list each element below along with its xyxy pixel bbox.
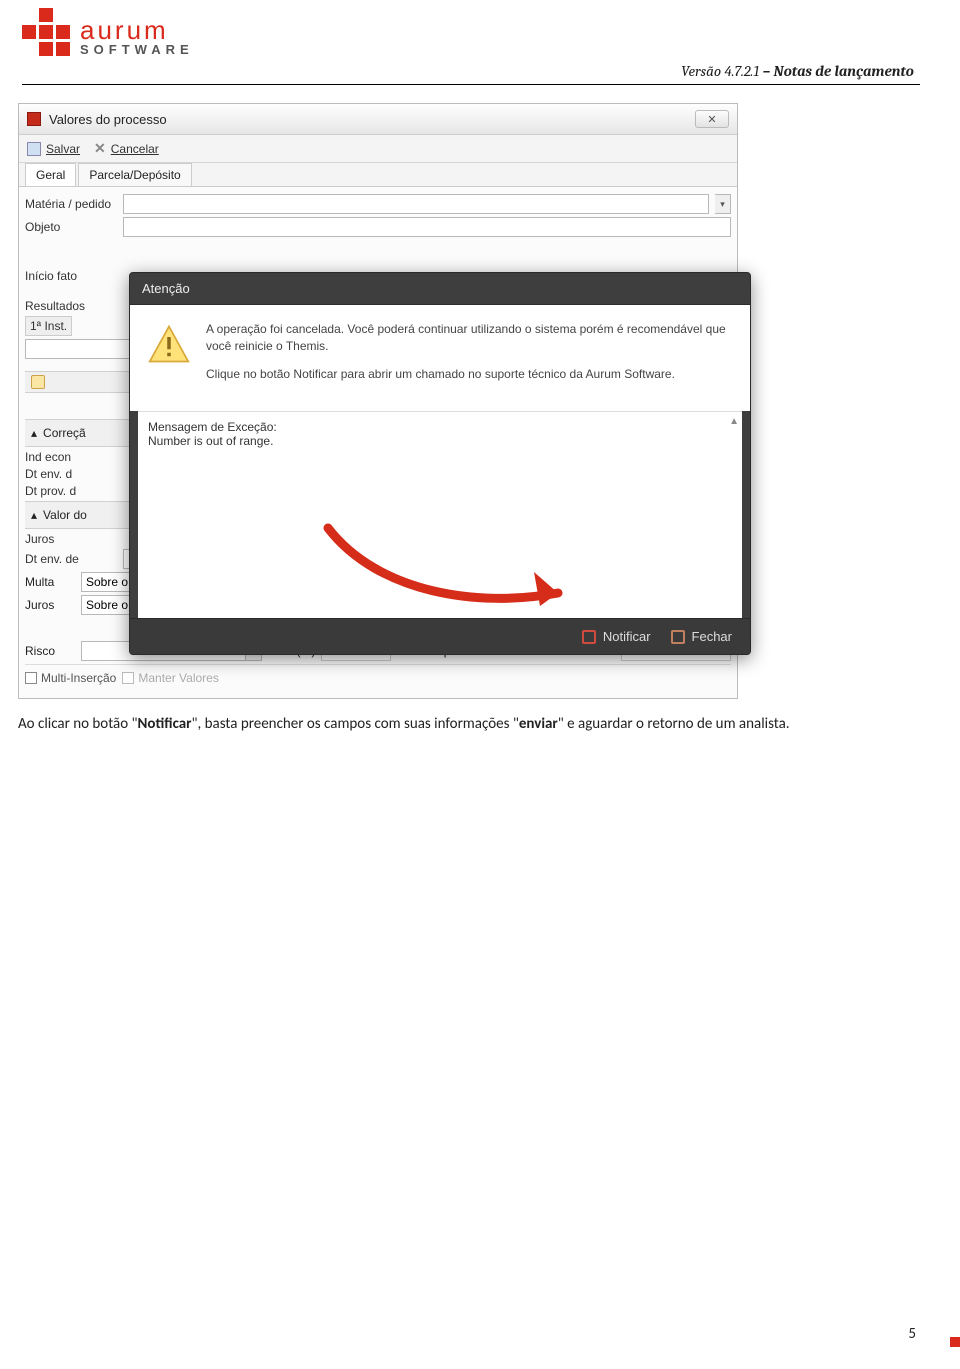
screenshot-window: Valores do processo ✕ Salvar ✕ Cancelar … <box>18 103 738 699</box>
dialog-p1: A operação foi cancelada. Você poderá co… <box>206 321 732 356</box>
caption-pre: Ao clicar no botão " <box>18 715 138 733</box>
checkbox-icon <box>25 672 37 684</box>
exception-message: Number is out of range. <box>148 434 732 448</box>
materia-input[interactable] <box>123 194 709 214</box>
multa-label: Multa <box>25 575 75 589</box>
window-titlebar: Valores do processo ✕ <box>19 104 737 135</box>
brand-sub: SOFTWARE <box>80 43 194 56</box>
exception-box: Mensagem de Exceção: Number is out of ra… <box>138 411 742 508</box>
title-sep: – <box>759 62 773 80</box>
valor-do-label: Valor do <box>43 508 87 522</box>
version-prefix: Versão <box>681 62 724 80</box>
scroll-indicator-icon: ▲ <box>729 416 739 427</box>
version-number: 4.7.2.1 <box>724 62 759 80</box>
logo: aurum SOFTWARE <box>22 8 920 56</box>
tab-parcela-deposito[interactable]: Parcela/Depósito <box>78 163 191 186</box>
objeto-input[interactable] <box>123 217 731 237</box>
risco-label: Risco <box>25 644 75 658</box>
resultados-label: Resultados <box>25 299 117 313</box>
correcao-label: Correçã <box>43 426 86 440</box>
checkbox-icon <box>122 672 134 684</box>
manter-valores-label: Manter Valores <box>138 671 218 685</box>
page-number: 5 <box>908 1325 916 1343</box>
chevron-up-icon: ▴ <box>31 508 37 522</box>
exception-label: Mensagem de Exceção: <box>148 420 732 434</box>
notify-button[interactable]: Notificar <box>582 629 651 644</box>
header-rule <box>22 84 920 85</box>
save-icon <box>27 142 41 156</box>
toolbar: Salvar ✕ Cancelar <box>19 135 737 163</box>
save-label: Salvar <box>46 142 80 156</box>
dialog-p2: Clique no botão Notificar para abrir um … <box>206 366 732 383</box>
chevron-up-icon: ▴ <box>31 426 37 440</box>
window-close-button[interactable]: ✕ <box>695 110 729 128</box>
alert-dialog: Atenção A operação foi cancelada. Você p… <box>129 272 751 655</box>
chevron-down-icon[interactable]: ▾ <box>715 194 731 214</box>
caption-post: " e aguardar o retorno de um analista. <box>558 715 790 733</box>
caption-mid: ", basta preencher os campos com suas in… <box>192 715 519 733</box>
materia-label: Matéria / pedido <box>25 197 117 211</box>
primeira-inst-label: 1ª Inst. <box>25 316 72 336</box>
footer-square-icon <box>950 1337 960 1347</box>
cancel-icon: ✕ <box>94 140 106 157</box>
app-icon <box>27 112 41 126</box>
juros-label: Juros <box>25 532 117 546</box>
close-label: Fechar <box>692 629 732 644</box>
brand-name: aurum <box>80 17 194 43</box>
ind-econ-label: Ind econ <box>25 450 117 464</box>
lock-icon <box>31 375 45 389</box>
warning-icon <box>148 323 190 365</box>
close-icon <box>671 630 685 644</box>
logo-mark-icon <box>22 8 70 56</box>
cancel-button[interactable]: ✕ Cancelar <box>94 140 159 157</box>
dt-prov-d-label: Dt prov. d <box>25 484 117 498</box>
manter-valores-checkbox: Manter Valores <box>122 671 218 685</box>
objeto-label: Objeto <box>25 220 117 234</box>
inicio-fato-label: Início fato <box>25 269 117 283</box>
cancel-label: Cancelar <box>111 142 159 156</box>
juros2-label: Juros <box>25 598 75 612</box>
tabs: Geral Parcela/Depósito <box>19 163 737 187</box>
window-title: Valores do processo <box>49 112 167 127</box>
version-line: Versão 4.7.2.1 – Notas de lançamento <box>22 62 920 80</box>
notify-label: Notificar <box>603 629 651 644</box>
dialog-body: A operação foi cancelada. Você poderá co… <box>130 305 750 411</box>
notify-icon <box>582 630 596 644</box>
dt-env-de-label: Dt env. de <box>25 552 117 566</box>
page-header: aurum SOFTWARE Versão 4.7.2.1 – Notas de… <box>0 0 960 103</box>
caption-text: Ao clicar no botão "Notificar", basta pr… <box>18 713 920 736</box>
logo-text: aurum SOFTWARE <box>80 17 194 56</box>
close-button[interactable]: Fechar <box>671 629 732 644</box>
doc-title: Notas de lançamento <box>774 62 914 80</box>
multi-insercao-checkbox[interactable]: Multi-Inserção <box>25 671 116 685</box>
tab-geral[interactable]: Geral <box>25 163 76 186</box>
multi-insercao-label: Multi-Inserção <box>41 671 116 685</box>
dialog-title: Atenção <box>130 273 750 305</box>
caption-bold-1: Notificar <box>138 715 192 733</box>
dt-env-d-label: Dt env. d <box>25 467 117 481</box>
annotation-arrow <box>138 508 742 618</box>
caption-bold-2: enviar <box>519 715 558 733</box>
save-button[interactable]: Salvar <box>27 142 80 156</box>
